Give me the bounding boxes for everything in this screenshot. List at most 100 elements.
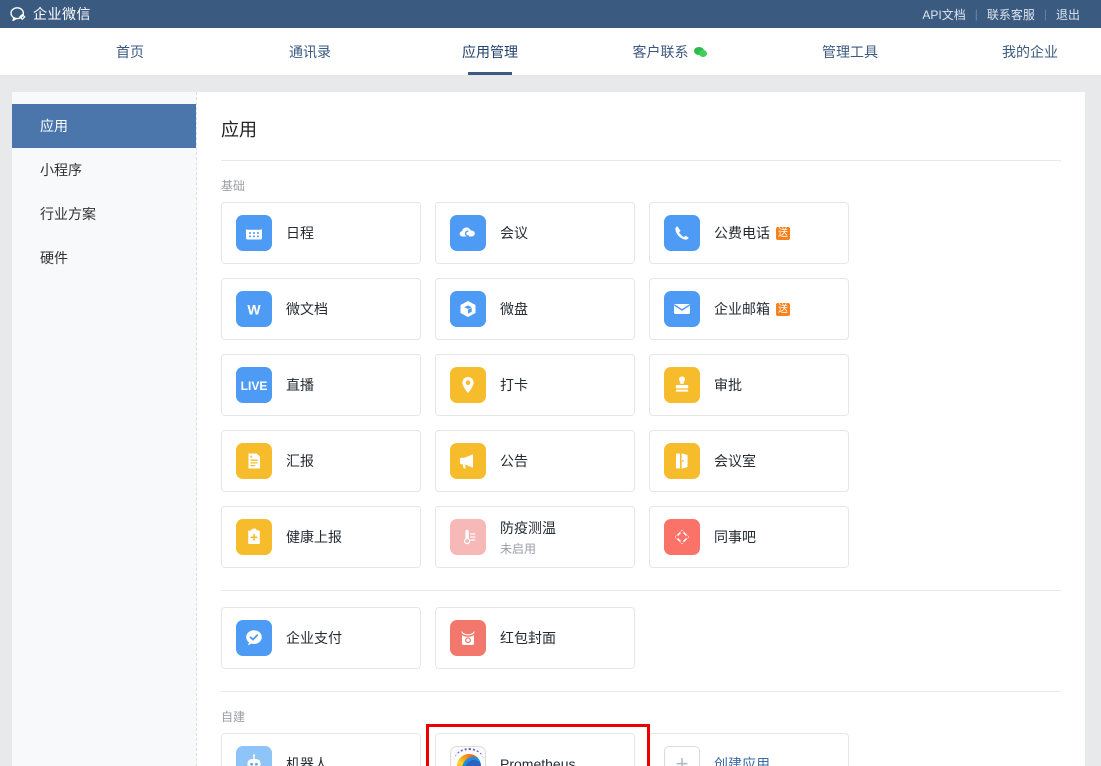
- brand[interactable]: 企业微信: [10, 4, 91, 24]
- app-card-approval[interactable]: 审批: [649, 354, 849, 416]
- app-card-title: 红包封面: [500, 630, 556, 646]
- app-card-text: 会议: [500, 223, 528, 243]
- clipboard-plus-icon: [236, 519, 272, 555]
- app-card-title: 日程: [286, 225, 314, 241]
- robot-icon: [236, 746, 272, 766]
- svg-text:W: W: [247, 302, 261, 318]
- calendar-icon: [236, 215, 272, 251]
- sidebar-item-apps[interactable]: 应用: [12, 104, 196, 148]
- content-shell: 应用 小程序 行业方案 硬件 应用 基础 日程 会议 公费电话 送 W 微文档 …: [12, 92, 1085, 766]
- app-card-text: 红包封面: [500, 628, 556, 648]
- app-card-title: 企业邮箱 送: [714, 301, 790, 317]
- sidebar-item-label: 硬件: [40, 250, 68, 266]
- brand-name: 企业微信: [33, 6, 91, 22]
- nav-item-home[interactable]: 首页: [40, 28, 220, 75]
- title-divider: [221, 160, 1061, 161]
- nav-item-admin-tools[interactable]: 管理工具: [760, 28, 940, 75]
- thermometer-icon: [450, 519, 486, 555]
- app-card-prometheus[interactable]: LITE Prometheus: [435, 733, 635, 766]
- nav-label: 客户联系: [632, 43, 689, 60]
- app-card-wedrive[interactable]: 微盘: [435, 278, 635, 340]
- gift-badge: 送: [776, 302, 790, 316]
- app-card-redpacket-cover[interactable]: 红包封面: [435, 607, 635, 669]
- app-card-calendar[interactable]: 日程: [221, 202, 421, 264]
- app-card-health-report[interactable]: 健康上报: [221, 506, 421, 568]
- svg-text:LIVE: LIVE: [241, 379, 268, 393]
- app-card-title: 公告: [500, 453, 528, 469]
- page-title: 应用: [221, 120, 257, 140]
- nav-label: 通讯录: [289, 43, 331, 60]
- app-card-text: 企业支付: [286, 628, 342, 648]
- app-card-robot[interactable]: 机器人: [221, 733, 421, 766]
- app-card-meeting-room[interactable]: 会议室: [649, 430, 849, 492]
- main-navigation: 首页 通讯录 应用管理 客户联系 管理工具 我的企业: [0, 28, 1101, 76]
- live-icon: LIVE: [236, 367, 272, 403]
- nav-item-app-management[interactable]: 应用管理: [400, 28, 580, 75]
- contact-support-link[interactable]: 联系客服: [978, 6, 1044, 23]
- logout-link[interactable]: 退出: [1047, 6, 1089, 23]
- app-card-announcement[interactable]: 公告: [435, 430, 635, 492]
- app-card-title: 公费电话 送: [714, 225, 790, 241]
- app-card-title: 健康上报: [286, 529, 342, 545]
- sidebar-item-label: 行业方案: [40, 206, 96, 222]
- report-icon: [236, 443, 272, 479]
- app-grid-custom: 机器人 LITE Prometheus: [221, 724, 1061, 766]
- app-card-live[interactable]: LIVE 直播: [221, 354, 421, 416]
- sidebar-item-hardware[interactable]: 硬件: [12, 236, 196, 280]
- app-card-title: 防疫测温: [500, 519, 556, 536]
- app-card-temperature[interactable]: 防疫测温 未启用: [435, 506, 635, 568]
- app-card-text: 公费电话 送: [714, 223, 790, 243]
- app-card-text: 微文档: [286, 299, 328, 319]
- redpacket-icon: [450, 620, 486, 656]
- app-card-free-call[interactable]: 公费电话 送: [649, 202, 849, 264]
- nav-label: 管理工具: [822, 43, 878, 60]
- app-card-wedoc[interactable]: W 微文档: [221, 278, 421, 340]
- app-card-title: 审批: [714, 377, 742, 393]
- app-card-title: 汇报: [286, 453, 314, 469]
- sidebar-item-miniprograms[interactable]: 小程序: [12, 148, 196, 192]
- app-card-title: 企业支付: [286, 630, 342, 646]
- prometheus-firefox-lite-icon: LITE: [450, 746, 486, 766]
- section-label-custom: 自建: [221, 710, 246, 724]
- app-card-text: 机器人: [286, 754, 328, 766]
- app-card-text: 直播: [286, 375, 314, 395]
- app-card-title: 机器人: [286, 756, 328, 766]
- app-card-mail[interactable]: 企业邮箱 送: [649, 278, 849, 340]
- colleague-icon: [664, 519, 700, 555]
- topbar-links: API文档 | 联系客服 | 退出: [913, 6, 1089, 23]
- top-bar: 企业微信 API文档 | 联系客服 | 退出: [0, 0, 1101, 28]
- nav-label: 首页: [116, 43, 144, 60]
- app-grid-payment: 企业支付 红包封面: [221, 607, 1061, 669]
- app-grid-basic: 日程 会议 公费电话 送 W 微文档 微盘 企业邮箱 送 LIVE 直播 打卡 …: [221, 202, 1061, 568]
- section-divider-1: [221, 590, 1061, 591]
- plus-icon: +: [664, 746, 700, 766]
- sidebar-item-industry-solutions[interactable]: 行业方案: [12, 192, 196, 236]
- app-card-title: 打卡: [500, 377, 528, 393]
- nav-item-contacts[interactable]: 通讯录: [220, 28, 400, 75]
- app-card-colleague[interactable]: 同事吧: [649, 506, 849, 568]
- app-card-title: 微文档: [286, 301, 328, 317]
- app-card-text: 防疫测温 未启用: [500, 518, 556, 557]
- app-card-report[interactable]: 汇报: [221, 430, 421, 492]
- nav-item-my-enterprise[interactable]: 我的企业: [940, 28, 1101, 75]
- app-card-meeting[interactable]: 会议: [435, 202, 635, 264]
- nav-item-customer-contact[interactable]: 客户联系: [580, 28, 760, 75]
- app-card-title: 直播: [286, 377, 314, 393]
- prometheus-highlight: LITE Prometheus: [426, 724, 650, 766]
- app-card-text: 微盘: [500, 299, 528, 319]
- wedrive-icon: [450, 291, 486, 327]
- stamp-icon: [664, 367, 700, 403]
- app-card-title: 会议: [500, 225, 528, 241]
- app-card-text: 会议室: [714, 451, 756, 471]
- api-docs-link[interactable]: API文档: [913, 6, 974, 23]
- pay-icon: [236, 620, 272, 656]
- nav-label: 我的企业: [1002, 43, 1058, 60]
- app-card-text: 打卡: [500, 375, 528, 395]
- app-card-text: 健康上报: [286, 527, 342, 547]
- page-body: 应用 小程序 行业方案 硬件 应用 基础 日程 会议 公费电话 送 W 微文档 …: [0, 76, 1101, 766]
- megaphone-icon: [450, 443, 486, 479]
- app-card-text: 创建应用: [714, 754, 770, 766]
- create-app-button[interactable]: + 创建应用: [649, 733, 849, 766]
- app-card-checkin[interactable]: 打卡: [435, 354, 635, 416]
- app-card-enterprise-pay[interactable]: 企业支付: [221, 607, 421, 669]
